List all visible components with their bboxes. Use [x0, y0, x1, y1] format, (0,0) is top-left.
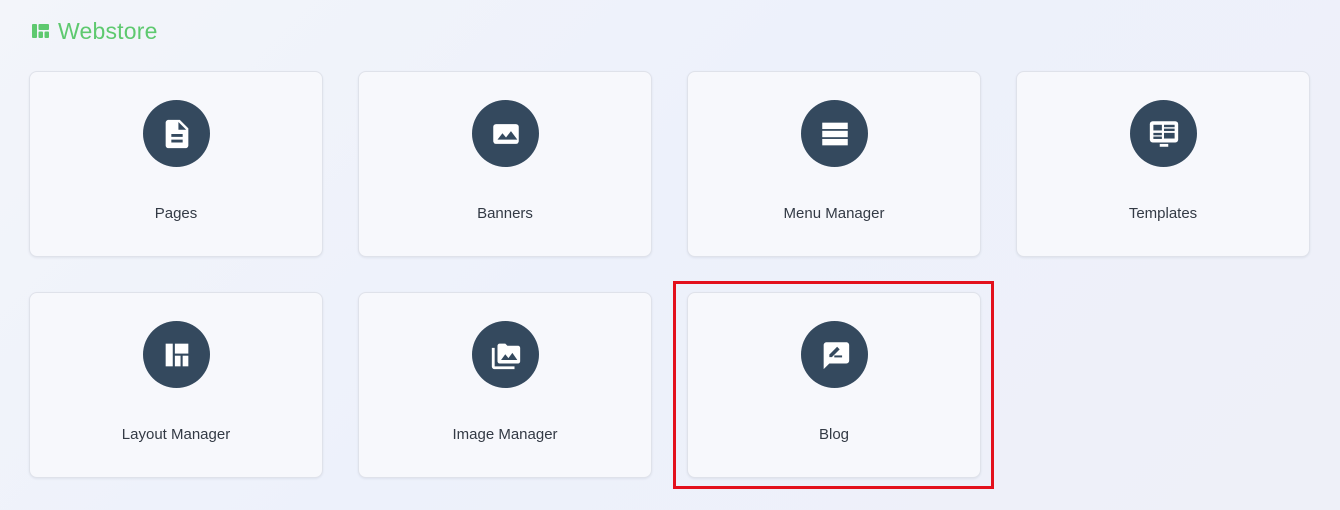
- templates-card[interactable]: Templates: [1016, 71, 1310, 257]
- page-title: Webstore: [58, 18, 158, 44]
- image-icon: [492, 123, 519, 144]
- layout-manager-card[interactable]: Layout Manager: [29, 292, 323, 478]
- templates-icon-circle: [1130, 100, 1197, 167]
- pages-label: Pages: [154, 205, 198, 222]
- monitor-template-icon: [1149, 120, 1178, 147]
- image-manager-icon-circle: [472, 321, 539, 388]
- layout-manager-label: Layout Manager: [121, 426, 231, 443]
- pages-card[interactable]: Pages: [29, 71, 323, 257]
- blog-card[interactable]: Blog: [687, 292, 981, 478]
- templates-label: Templates: [1128, 205, 1198, 222]
- page-header: Webstore: [32, 18, 158, 44]
- image-manager-label: Image Manager: [452, 426, 558, 443]
- document-icon: [165, 119, 188, 148]
- layout-manager-icon-circle: [143, 321, 210, 388]
- blog-icon-circle: [801, 321, 868, 388]
- blog-label: Blog: [818, 426, 850, 443]
- banners-label: Banners: [477, 205, 533, 222]
- menu-manager-icon-circle: [801, 100, 868, 167]
- menu-manager-label: Menu Manager: [783, 205, 885, 222]
- pages-icon-circle: [143, 100, 210, 167]
- menu-bars-icon: [821, 122, 848, 145]
- banners-icon-circle: [472, 100, 539, 167]
- comment-edit-icon: [823, 341, 849, 369]
- image-library-icon: [491, 343, 520, 369]
- layout-grid-icon: [32, 24, 49, 38]
- image-manager-card[interactable]: Image Manager: [358, 292, 652, 478]
- banners-card[interactable]: Banners: [358, 71, 652, 257]
- menu-manager-card[interactable]: Menu Manager: [687, 71, 981, 257]
- layout-grid-icon: [165, 343, 188, 366]
